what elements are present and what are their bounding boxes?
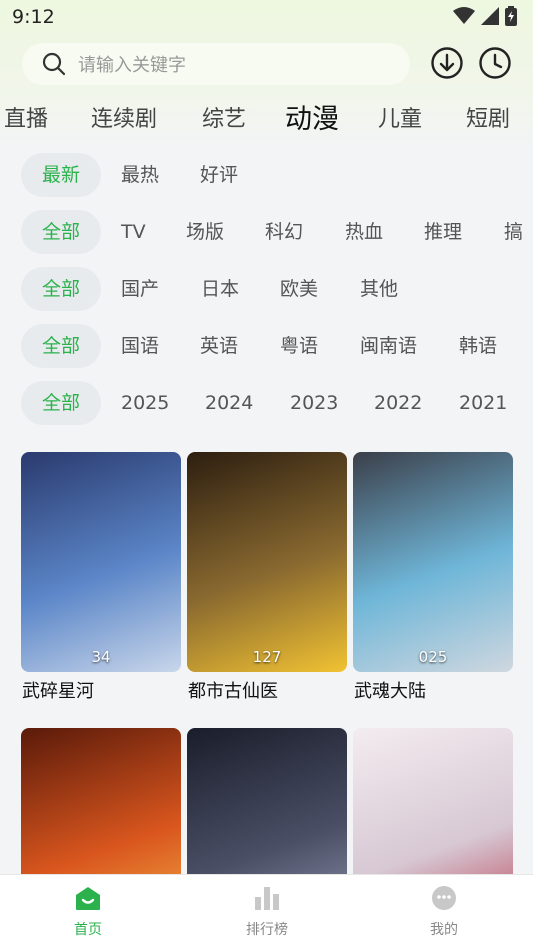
filter-chip[interactable]: 推理	[424, 210, 462, 254]
sort-filter-row: 最新 最热 好评	[0, 153, 533, 197]
filter-chip[interactable]: 2024	[205, 381, 253, 425]
search-icon	[42, 52, 66, 76]
filter-chip[interactable]: 科幻	[265, 210, 303, 254]
battery-icon	[505, 6, 517, 26]
nav-profile-label: 我的	[430, 922, 458, 938]
filter-chip-selected[interactable]: 全部	[21, 324, 101, 368]
nav-ranking-label: 排行榜	[246, 922, 288, 938]
filter-chip-selected[interactable]: 全部	[21, 381, 101, 425]
poster-image: 34	[21, 452, 181, 672]
filter-chip[interactable]: TV	[121, 210, 146, 254]
poster-image: 025	[353, 452, 513, 672]
episode-count: 34	[91, 648, 111, 666]
category-tabs: 直播 连续剧 综艺 动漫 儿童 短剧	[0, 96, 533, 144]
filter-chip[interactable]: 欧美	[280, 267, 318, 311]
chart-icon	[255, 887, 279, 910]
filter-chip[interactable]: 2021	[459, 381, 507, 425]
filter-chip[interactable]: 闽南语	[360, 324, 417, 368]
filter-chip-selected[interactable]: 全部	[21, 267, 101, 311]
home-icon	[76, 887, 100, 910]
filter-chip[interactable]: 国语	[121, 324, 159, 368]
filter-chip[interactable]: 2025	[121, 381, 169, 425]
tab-kids[interactable]: 儿童	[378, 96, 422, 144]
language-filter-row: 全部 国语 英语 粤语 闽南语 韩语	[0, 324, 533, 368]
episode-count: 127	[252, 648, 282, 666]
tab-anime[interactable]: 动漫	[285, 96, 339, 144]
nav-profile[interactable]: 我的	[404, 885, 484, 939]
tab-short-drama[interactable]: 短剧	[466, 96, 510, 144]
filter-chip-selected[interactable]: 最新	[21, 153, 101, 197]
year-filter-row: 全部 2025 2024 2023 2022 2021	[0, 381, 533, 425]
filter-chip[interactable]: 最热	[121, 153, 159, 197]
download-button[interactable]	[430, 46, 464, 80]
episode-count: 025	[418, 648, 448, 666]
filter-chip[interactable]: 热血	[345, 210, 383, 254]
filter-chip-selected[interactable]: 全部	[21, 210, 101, 254]
region-filter-row: 全部 国产 日本 欧美 其他	[0, 267, 533, 311]
history-button[interactable]	[478, 46, 512, 80]
filter-chip[interactable]: 英语	[200, 324, 238, 368]
filter-chip[interactable]: 国产	[121, 267, 159, 311]
filter-chip[interactable]: 韩语	[459, 324, 497, 368]
bottom-nav: 首页 排行榜 我的	[0, 874, 533, 948]
search-placeholder: 请输入关键字	[78, 55, 186, 76]
status-bar: 9:12	[0, 0, 533, 36]
nav-home[interactable]: 首页	[48, 885, 128, 939]
status-time: 9:12	[12, 6, 55, 28]
anime-title: 都市古仙医	[188, 681, 278, 702]
filter-chip[interactable]: 好评	[200, 153, 238, 197]
search-input[interactable]: 请输入关键字	[22, 43, 410, 85]
poster-image: 127	[187, 452, 347, 672]
profile-icon	[432, 886, 456, 910]
tab-variety[interactable]: 综艺	[202, 96, 246, 144]
wifi-icon	[453, 7, 475, 24]
filter-chip[interactable]: 日本	[201, 267, 239, 311]
filter-chip[interactable]: 2022	[374, 381, 422, 425]
filter-chip[interactable]: 其他	[360, 267, 398, 311]
nav-ranking[interactable]: 排行榜	[227, 885, 307, 939]
anime-title: 武碎星河	[22, 681, 94, 702]
genre-filter-row: 全部 TV 场版 科幻 热血 推理 搞笑	[0, 210, 533, 254]
filter-chip[interactable]: 粤语	[280, 324, 318, 368]
filter-chip[interactable]: 场版	[186, 210, 224, 254]
filter-chip[interactable]: 2023	[290, 381, 338, 425]
tab-series[interactable]: 连续剧	[91, 96, 157, 144]
status-icons	[453, 6, 517, 26]
tab-live[interactable]: 直播	[4, 96, 48, 144]
signal-icon	[481, 7, 499, 25]
nav-home-label: 首页	[74, 922, 102, 938]
anime-title: 武魂大陆	[354, 681, 426, 702]
filter-chip[interactable]: 搞笑	[504, 210, 533, 254]
